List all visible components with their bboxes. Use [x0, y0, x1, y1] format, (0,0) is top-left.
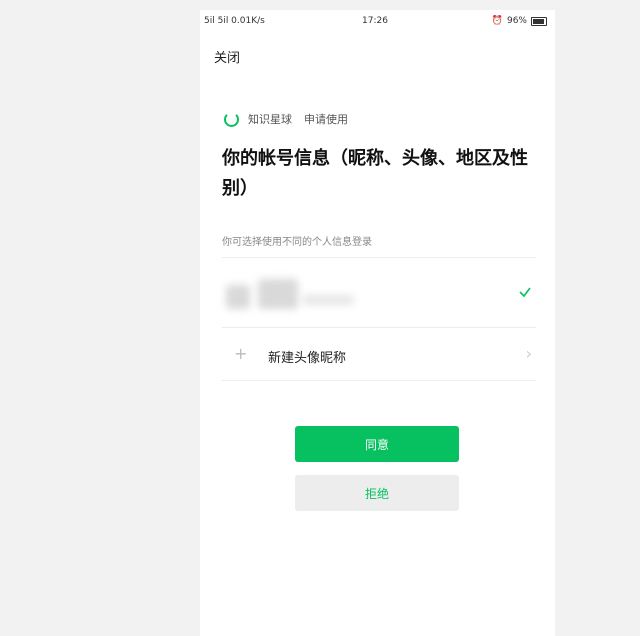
check-icon	[519, 287, 531, 298]
account-item[interactable]	[222, 265, 536, 327]
nickname-blurred-tail	[302, 295, 354, 305]
reject-button[interactable]: 拒绝	[295, 475, 459, 511]
phone-screen: 5il 5il 0.01K/s 17:26 ⏰ 96% 关闭 知识星球 申请使用…	[200, 10, 555, 636]
plus-icon: +	[234, 344, 248, 363]
clock: 17:26	[362, 16, 388, 26]
close-button[interactable]: 关闭	[214, 47, 240, 66]
divider	[222, 380, 536, 381]
app-name: 知识星球	[248, 113, 292, 126]
divider	[222, 257, 536, 258]
new-avatar-nickname-row[interactable]: + 新建头像昵称 ›	[222, 328, 536, 380]
new-avatar-nickname-label: 新建头像昵称	[268, 351, 347, 366]
alarm-icon: ⏰	[491, 16, 503, 26]
battery-percent: 96%	[506, 16, 527, 26]
chevron-right-icon: ›	[525, 344, 532, 363]
avatar	[226, 285, 250, 309]
status-bar: 5il 5il 0.01K/s 17:26 ⏰ 96%	[200, 10, 555, 30]
battery-icon	[531, 16, 547, 26]
nickname-blurred	[258, 279, 298, 309]
page-title: 你的帐号信息（昵称、头像、地区及性别）	[222, 148, 528, 199]
app-info: 知识星球 申请使用	[224, 111, 348, 127]
status-right: ⏰ 96%	[492, 16, 547, 26]
signal-status: 5il 5il 0.01K/s	[204, 16, 265, 26]
agree-button[interactable]: 同意	[295, 426, 459, 462]
request-text: 申请使用	[304, 113, 348, 126]
hint-text: 你可选择使用不同的个人信息登录	[222, 237, 372, 248]
app-logo-icon	[224, 111, 239, 127]
